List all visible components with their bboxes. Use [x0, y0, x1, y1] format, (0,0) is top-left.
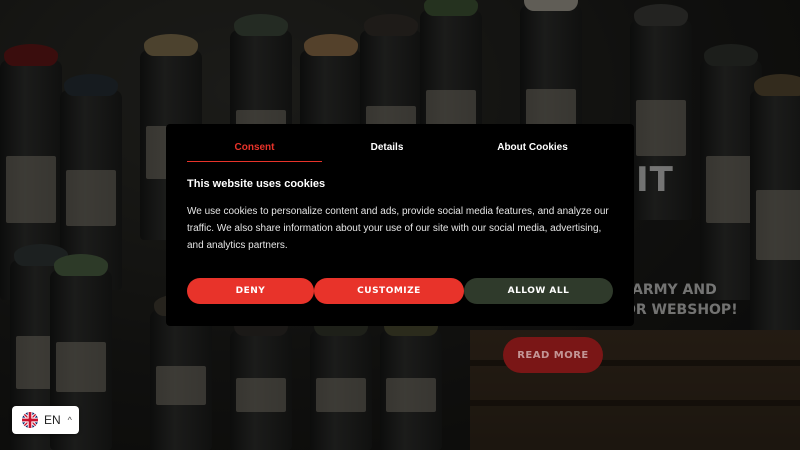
customize-button[interactable]: CUSTOMIZE	[314, 278, 464, 304]
chevron-up-icon: ^	[67, 415, 72, 425]
hero-heading: IT	[636, 160, 674, 200]
language-switcher[interactable]: EN ^	[12, 406, 79, 434]
tab-about-cookies[interactable]: About Cookies	[452, 124, 613, 162]
tab-details[interactable]: Details	[322, 124, 452, 162]
hero-tagline: ARMY AND OR WEBSHOP!	[624, 280, 738, 320]
hero-tagline-line1: ARMY AND	[632, 282, 717, 298]
cookie-tabs: Consent Details About Cookies	[187, 124, 613, 162]
cookie-consent-dialog: Consent Details About Cookies This websi…	[166, 124, 634, 326]
read-more-button[interactable]: READ MORE	[503, 337, 603, 373]
deny-button[interactable]: DENY	[187, 278, 314, 304]
dialog-body-text: We use cookies to personalize content an…	[187, 206, 609, 251]
tab-consent[interactable]: Consent	[187, 124, 322, 162]
hero-tagline-line2: OR WEBSHOP!	[624, 302, 738, 318]
allow-all-button[interactable]: ALLOW ALL	[464, 278, 613, 304]
language-code: EN	[44, 413, 61, 427]
dialog-title: This website uses cookies	[187, 178, 326, 190]
uk-flag-icon	[22, 412, 38, 428]
